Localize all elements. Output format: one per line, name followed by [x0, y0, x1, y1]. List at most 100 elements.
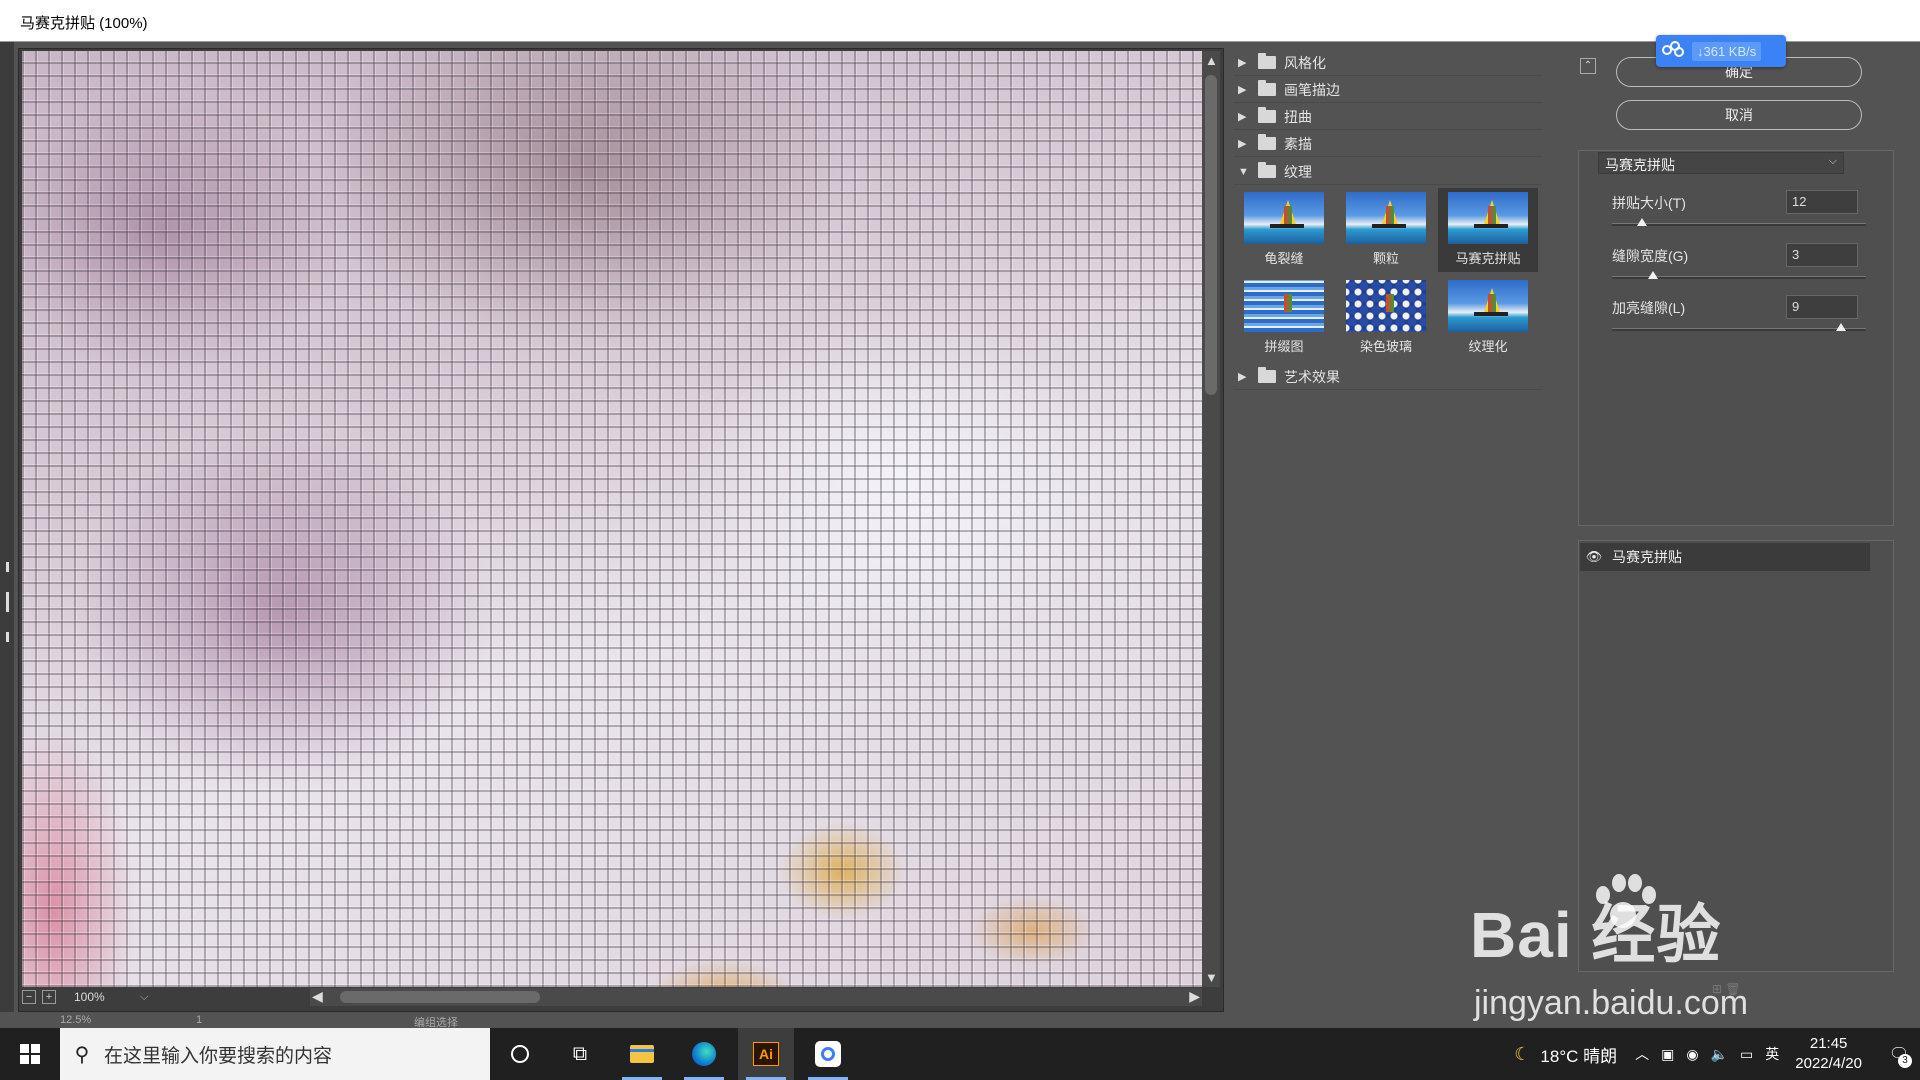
notification-center-button[interactable]: 🗨 3 — [1878, 1028, 1920, 1080]
notification-count: 3 — [1898, 1054, 1912, 1068]
category-label: 风格化 — [1284, 54, 1326, 71]
category-brush-strokes[interactable]: ▶ 画笔描边 — [1234, 77, 1542, 103]
layer-tools-icons[interactable]: ⊞ 🗑 — [1712, 982, 1741, 996]
file-explorer-button[interactable] — [614, 1028, 670, 1080]
filter-select[interactable]: 马赛克拼贴 ⌵ — [1598, 152, 1844, 174]
effect-layer-row[interactable]: 👁 马赛克拼贴 — [1580, 543, 1870, 571]
filter-caption: 染色玻璃 — [1359, 339, 1412, 354]
filter-caption: 纹理化 — [1468, 339, 1508, 354]
filter-thumb-stained-glass[interactable]: 染色玻璃 — [1336, 276, 1436, 360]
preview-image[interactable] — [22, 51, 1202, 987]
zoom-in-button[interactable]: + — [42, 990, 56, 1004]
category-distort[interactable]: ▶ 扭曲 — [1234, 104, 1542, 130]
filter-thumb-patchwork[interactable]: 拼缀图 — [1234, 276, 1334, 360]
effect-layers-panel — [1578, 540, 1894, 972]
vertical-scroll-thumb[interactable] — [1205, 75, 1217, 395]
scroll-left-arrow-icon[interactable]: ◀ — [312, 988, 323, 1005]
browser-button[interactable] — [676, 1028, 732, 1080]
folder-icon — [1258, 80, 1276, 96]
param-label: 缝隙宽度(G) — [1612, 248, 1689, 264]
horizontal-scroll-thumb[interactable] — [340, 991, 540, 1003]
show-hidden-icons-chevron-icon[interactable]: ︿ — [1635, 1044, 1649, 1064]
scroll-down-arrow-icon[interactable]: ▼ — [1205, 970, 1218, 985]
cortana-circle-icon — [511, 1045, 529, 1063]
window-title: 马赛克拼贴 (100%) — [20, 15, 148, 32]
category-artistic[interactable]: ▶ 艺术效果 — [1234, 364, 1542, 390]
category-stylize[interactable]: ▶ 风格化 — [1234, 50, 1542, 76]
collapse-gallery-icon[interactable]: ⌃ — [1580, 58, 1596, 74]
tile-size-slider[interactable] — [1612, 223, 1866, 226]
qq-icon[interactable]: ◉ — [1686, 1046, 1698, 1063]
task-view-icon: ⧉ — [572, 1042, 588, 1065]
start-button[interactable] — [0, 1028, 60, 1080]
zoom-level[interactable]: 100% — [74, 990, 134, 1004]
taskbar-search-box[interactable]: ⚲ 在这里输入你要搜索的内容 — [60, 1028, 490, 1080]
download-speed-badge[interactable]: ↓361 KB/s — [1656, 35, 1786, 67]
title-bar: 马赛克拼贴 (100%) — [0, 0, 1920, 42]
mosaic-texture — [22, 51, 1202, 987]
category-label: 素描 — [1284, 135, 1312, 152]
folder-icon — [1258, 53, 1276, 69]
task-view-button[interactable]: ⧉ — [552, 1028, 608, 1080]
background-app-statusbar: 12.5% 1 编组选择 — [0, 1012, 1920, 1029]
left-toolbar-edge — [0, 42, 14, 1028]
grout-width-input[interactable]: 3 — [1786, 243, 1858, 267]
clock-date: 2022/4/20 — [1795, 1055, 1862, 1072]
folder-icon — [1258, 107, 1276, 123]
zoom-out-button[interactable]: − — [22, 990, 36, 1004]
collapse-arrow-icon[interactable]: ▼ — [1234, 166, 1252, 178]
cortana-button[interactable] — [492, 1028, 548, 1080]
category-label: 扭曲 — [1284, 108, 1312, 125]
clock-time: 21:45 — [1809, 1035, 1848, 1052]
preview-horizontal-scrollbar[interactable]: ◀ ▶ — [310, 988, 1202, 1006]
param-tile-size: 拼贴大小(T) 12 — [1612, 190, 1872, 233]
tile-size-slider-knob[interactable] — [1637, 218, 1648, 226]
preview-vertical-scrollbar[interactable]: ▲ ▼ — [1202, 51, 1220, 987]
expand-arrow-icon[interactable]: ▶ — [1234, 370, 1252, 383]
expand-arrow-icon[interactable]: ▶ — [1234, 137, 1252, 150]
visibility-eye-icon[interactable]: 👁 — [1580, 549, 1608, 565]
filter-thumb-grain[interactable]: 颗粒 — [1336, 188, 1436, 272]
category-texture[interactable]: ▼ 纹理 — [1234, 159, 1542, 185]
weather-text[interactable]: 18°C 晴朗 — [1540, 1042, 1617, 1067]
lighten-grout-input[interactable]: 9 — [1786, 295, 1858, 319]
filter-caption: 龟裂缝 — [1264, 251, 1304, 266]
taskbar-clock[interactable]: 21:45 2022/4/20 — [1795, 1034, 1862, 1074]
baidu-netdisk-button[interactable] — [800, 1028, 856, 1080]
category-label: 艺术效果 — [1284, 368, 1340, 385]
category-label: 画笔描边 — [1284, 81, 1340, 98]
ime-indicator[interactable]: 英 — [1765, 1044, 1779, 1064]
expand-arrow-icon[interactable]: ▶ — [1234, 56, 1252, 69]
cancel-button[interactable]: 取消 — [1616, 100, 1862, 130]
param-lighten-grout: 加亮缝隙(L) 9 — [1612, 295, 1872, 338]
zoom-dropdown-icon[interactable]: ⌵ — [140, 991, 148, 1004]
illustrator-button[interactable]: Ai — [738, 1028, 794, 1080]
system-tray: ☾ 18°C 晴朗 ︿ ▣ ◉ 🔈 ▭ 英 21:45 2022/4/20 🗨 … — [1514, 1028, 1920, 1080]
scroll-right-arrow-icon[interactable]: ▶ — [1189, 988, 1200, 1005]
volume-icon[interactable]: 🔈 — [1711, 1046, 1728, 1063]
expand-arrow-icon[interactable]: ▶ — [1234, 83, 1252, 96]
baidu-netdisk-icon — [1662, 41, 1688, 61]
search-icon: ⚲ — [74, 1043, 90, 1066]
folder-icon — [1258, 367, 1276, 383]
grout-width-slider-knob[interactable] — [1647, 271, 1658, 279]
sailboat-thumbnail-image — [1244, 280, 1324, 332]
filter-thumb-craquelure[interactable]: 龟裂缝 — [1234, 188, 1334, 272]
weather-moon-icon[interactable]: ☾ — [1514, 1044, 1530, 1065]
filter-caption: 马赛克拼贴 — [1455, 251, 1521, 266]
lighten-grout-slider-knob[interactable] — [1835, 323, 1846, 331]
battery-icon[interactable]: ▭ — [1740, 1046, 1753, 1063]
filter-thumb-texturizer[interactable]: 纹理化 — [1438, 276, 1538, 360]
lighten-grout-slider[interactable] — [1612, 328, 1866, 331]
edge-mark — [6, 562, 9, 572]
edge-mark — [6, 632, 9, 642]
category-sketch[interactable]: ▶ 素描 — [1234, 131, 1542, 157]
scroll-up-arrow-icon[interactable]: ▲ — [1205, 53, 1218, 68]
sailboat-thumbnail-image — [1448, 192, 1528, 244]
expand-arrow-icon[interactable]: ▶ — [1234, 110, 1252, 123]
background-zoom: 12.5% — [60, 1014, 92, 1026]
filter-thumb-mosaic-tiles[interactable]: 马赛克拼贴 — [1438, 188, 1538, 272]
category-label: 纹理 — [1284, 163, 1312, 180]
tile-size-input[interactable]: 12 — [1786, 190, 1858, 214]
network-icon[interactable]: ▣ — [1661, 1046, 1674, 1063]
